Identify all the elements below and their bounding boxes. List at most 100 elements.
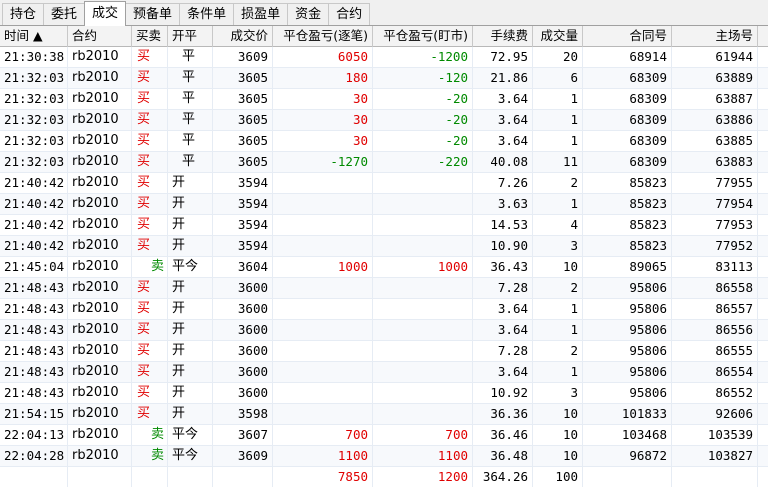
cell-open-close: 平今 [168,257,213,277]
table-row[interactable]: 21:48:43 rb2010 买开 3600 7.28 2 95806 86555 [0,341,768,362]
tab-4[interactable]: 条件单 [179,3,235,25]
cell-open-close: 开 [168,173,213,193]
tab-2[interactable]: 成交 [84,1,127,26]
cell-contract-no: 68309 [583,152,672,172]
table-row[interactable]: 21:54:15 rb2010 买开 3598 36.36 10 101833 92606 [0,404,768,425]
column-header-contract-no[interactable]: 合同号 [583,26,672,47]
cell-pnl-close: 1100 [273,446,373,466]
cell-qty: 10 [533,257,583,277]
cell-qty: 1 [533,110,583,130]
column-header-pnl-close[interactable]: 平仓盈亏(逐笔) [273,26,373,47]
trade-table-header: 时间 ▲ 合约 买卖 开平 成交价 平仓盈亏(逐笔) 平仓盈亏(盯市) 手续费 … [0,26,768,47]
trade-table-body: 21:30:38 rb2010 买平 3609 6050 -1200 72.95 20 6891… [0,47,768,488]
tab-5[interactable]: 损盈单 [233,3,289,25]
column-header-side[interactable]: 买卖 [132,26,168,47]
tab-0[interactable]: 持仓 [2,3,45,25]
cell-side: 买 [132,236,168,256]
cell-pnl-mtm: 700 [373,425,473,445]
tab-6[interactable]: 资金 [287,3,330,25]
cell-exchange-no: 77954 [672,194,758,214]
cell-filler [758,299,768,319]
cell-contract: rb2010 [68,68,132,88]
column-header-contract[interactable]: 合约 [68,26,132,47]
cell-qty: 4 [533,215,583,235]
table-row[interactable]: 21:40:42 rb2010 买开 3594 14.53 4 85823 77953 [0,215,768,236]
cell-filler [758,446,768,466]
column-header-qty[interactable]: 成交量 [533,26,583,47]
cell-pnl-mtm: -20 [373,89,473,109]
cell-filler [758,383,768,403]
cell-price: 3594 [213,194,273,214]
table-row[interactable]: 21:32:03 rb2010 买平 3605 -1270 -220 40.08 11 6830… [0,152,768,173]
cell-contract-no: 95806 [583,341,672,361]
tab-1[interactable]: 委托 [43,3,86,25]
cell-time: 21:48:43 [0,320,68,340]
cell-contract: rb2010 [68,131,132,151]
table-row[interactable]: 21:32:03 rb2010 买平 3605 30 -20 3.64 1 68309 63886 [0,110,768,131]
cell-pnl-mtm [373,320,473,340]
cell-fee: 14.53 [473,215,533,235]
cell-side: 买 [132,68,168,88]
cell-filler [758,131,768,151]
cell-time: 21:48:43 [0,362,68,382]
table-row[interactable]: 21:32:03 rb2010 买平 3605 180 -120 21.86 6 68309 63… [0,68,768,89]
tab-7[interactable]: 合约 [328,3,371,25]
cell-contract: rb2010 [68,341,132,361]
cell-pnl-close: -1270 [273,152,373,172]
cell-open-close: 开 [168,236,213,256]
tab-3[interactable]: 预备单 [125,3,181,25]
cell-filler [758,320,768,340]
column-header-open-close[interactable]: 开平 [168,26,213,47]
column-header-pnl-mtm[interactable]: 平仓盈亏(盯市) [373,26,473,47]
cell-price: 3598 [213,404,273,424]
column-header-time[interactable]: 时间 ▲ [0,26,68,47]
cell-pnl-close: 180 [273,68,373,88]
cell-filler [758,404,768,424]
cell-pnl-close: 1000 [273,257,373,277]
cell-fee: 3.64 [473,362,533,382]
cell-price: 3604 [213,257,273,277]
table-row[interactable]: 22:04:28 rb2010 卖平今 3609 1100 1100 36.48 10 9687… [0,446,768,467]
cell-exchange-no: 86555 [672,341,758,361]
column-header-exchange-no[interactable]: 主场号 [672,26,758,47]
cell-qty: 1 [533,299,583,319]
table-row[interactable]: 21:48:43 rb2010 买开 3600 3.64 1 95806 86557 [0,299,768,320]
column-header-fee[interactable]: 手续费 [473,26,533,47]
cell-contract-no: 95806 [583,362,672,382]
table-row[interactable]: 21:30:38 rb2010 买平 3609 6050 -1200 72.95 20 6891… [0,47,768,68]
cell-contract-no: 95806 [583,299,672,319]
table-row[interactable]: 21:32:03 rb2010 买平 3605 30 -20 3.64 1 68309 63885 [0,131,768,152]
table-row[interactable]: 21:40:42 rb2010 买开 3594 3.63 1 85823 77954 [0,194,768,215]
cell-pnl-mtm [373,299,473,319]
table-row[interactable]: 21:45:04 rb2010 卖平今 3604 1000 1000 36.43 10 8906… [0,257,768,278]
cell-time: 21:32:03 [0,89,68,109]
table-row[interactable]: 21:48:43 rb2010 买开 3600 7.28 2 95806 86558 [0,278,768,299]
table-row[interactable]: 21:48:43 rb2010 买开 3600 10.92 3 95806 86552 [0,383,768,404]
cell-contract: rb2010 [68,446,132,466]
table-row[interactable]: 21:32:03 rb2010 买平 3605 30 -20 3.64 1 68309 63887 [0,89,768,110]
cell-price: 3609 [213,47,273,67]
cell-pnl-mtm [373,194,473,214]
table-row[interactable]: 21:40:42 rb2010 买开 3594 10.90 3 85823 77952 [0,236,768,257]
cell-exchange-no: 83113 [672,257,758,277]
table-row[interactable]: 21:48:43 rb2010 买开 3600 3.64 1 95806 86554 [0,362,768,383]
table-row[interactable]: 21:48:43 rb2010 买开 3600 3.64 1 95806 86556 [0,320,768,341]
cell-qty: 3 [533,236,583,256]
column-header-price[interactable]: 成交价 [213,26,273,47]
cell-open-close: 开 [168,194,213,214]
cell-open-close: 平 [168,47,213,67]
cell-contract-no: 85823 [583,173,672,193]
cell-contract-no: 85823 [583,194,672,214]
cell-pnl-close: 30 [273,110,373,130]
cell-filler [758,467,768,487]
cell-price: 3605 [213,89,273,109]
cell-open-close: 平今 [168,446,213,466]
cell-pnl-close [273,173,373,193]
cell-pnl-close [273,320,373,340]
cell-pnl-close [273,236,373,256]
table-row[interactable]: 21:40:42 rb2010 买开 3594 7.26 2 85823 77955 [0,173,768,194]
cell-contract-no: 101833 [583,404,672,424]
cell-fee: 3.64 [473,299,533,319]
cell-pnl-close [273,341,373,361]
table-row[interactable]: 22:04:13 rb2010 卖平今 3607 700 700 36.46 10 103468… [0,425,768,446]
